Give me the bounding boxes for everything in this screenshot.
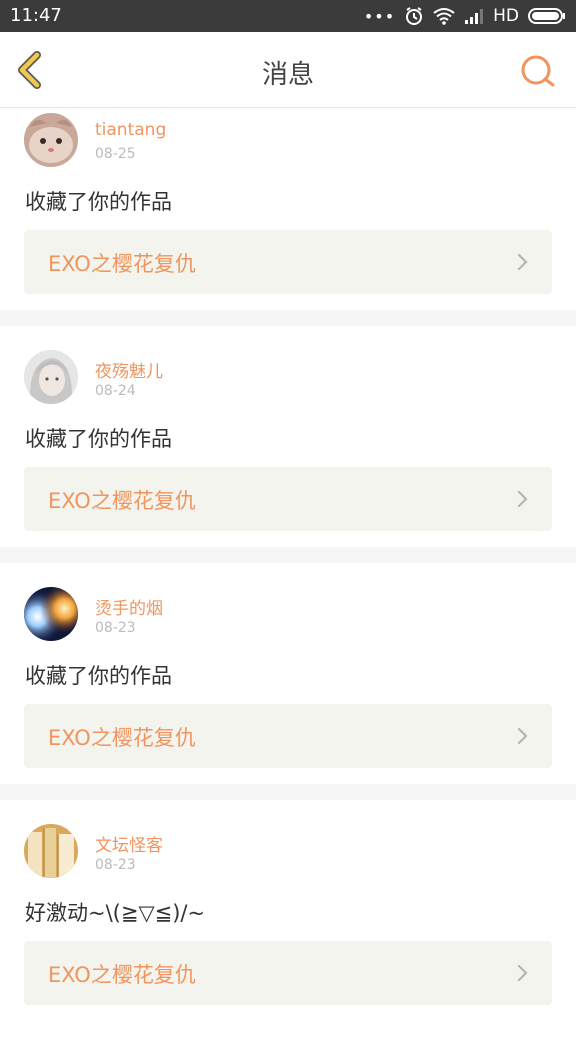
message-feed: tiantang 08-25 收藏了你的作品 EXO之樱花复仇 夜殇魅儿 08-… xyxy=(0,108,576,1040)
card-separator xyxy=(0,547,576,563)
work-link[interactable]: EXO之樱花复仇 xyxy=(24,467,552,531)
search-icon xyxy=(521,55,555,87)
chevron-right-icon xyxy=(517,253,528,271)
username[interactable]: 夜殇魅儿 xyxy=(95,357,163,382)
chevron-right-icon xyxy=(517,964,528,982)
work-title: EXO之樱花复仇 xyxy=(48,963,196,987)
work-title: EXO之樱花复仇 xyxy=(48,489,196,513)
timestamp: 08-23 xyxy=(95,857,136,873)
work-link[interactable]: EXO之樱花复仇 xyxy=(24,941,552,1005)
alarm-icon xyxy=(406,7,423,25)
timestamp: 08-24 xyxy=(95,383,136,399)
avatar[interactable] xyxy=(24,350,78,404)
wifi-icon xyxy=(433,8,455,25)
avatar[interactable] xyxy=(24,113,78,167)
status-bar: 11:47 ••• HD xyxy=(0,0,576,32)
chevron-right-icon xyxy=(517,490,528,508)
username[interactable]: 烫手的烟 xyxy=(95,594,163,619)
message-card: 文坛怪客 08-23 好激动~\(≧▽≦)/~ EXO之樱花复仇 xyxy=(0,800,576,1040)
message-card: 烫手的烟 08-23 收藏了你的作品 EXO之樱花复仇 xyxy=(0,563,576,784)
work-link[interactable]: EXO之樱花复仇 xyxy=(24,230,552,294)
work-title: EXO之樱花复仇 xyxy=(48,726,196,750)
signal-icon xyxy=(465,9,484,24)
work-link[interactable]: EXO之樱花复仇 xyxy=(24,704,552,768)
card-separator xyxy=(0,310,576,326)
notification-dots-icon: ••• xyxy=(363,6,396,26)
message-text: 收藏了你的作品 xyxy=(25,664,172,688)
avatar[interactable] xyxy=(24,824,78,878)
avatar[interactable] xyxy=(24,587,78,641)
message-card: 夜殇魅儿 08-24 收藏了你的作品 EXO之樱花复仇 xyxy=(0,326,576,547)
card-separator xyxy=(0,784,576,800)
status-time: 11:47 xyxy=(10,5,62,26)
work-title: EXO之樱花复仇 xyxy=(48,252,196,276)
timestamp: 08-23 xyxy=(95,620,136,636)
username[interactable]: 文坛怪客 xyxy=(95,831,163,856)
message-text: 好激动~\(≧▽≦)/~ xyxy=(25,901,206,925)
message-text: 收藏了你的作品 xyxy=(25,427,172,451)
network-type: HD xyxy=(493,6,519,26)
chevron-right-icon xyxy=(517,727,528,745)
message-card: tiantang 08-25 收藏了你的作品 EXO之樱花复仇 xyxy=(0,108,576,310)
timestamp: 08-25 xyxy=(95,146,136,162)
username[interactable]: tiantang xyxy=(95,120,166,140)
page-title: 消息 xyxy=(261,60,314,90)
search-button[interactable] xyxy=(518,52,558,92)
app-header: 消息 xyxy=(0,32,576,108)
battery-icon xyxy=(528,8,565,24)
status-icons: ••• HD xyxy=(364,0,566,32)
message-text: 收藏了你的作品 xyxy=(25,190,172,214)
